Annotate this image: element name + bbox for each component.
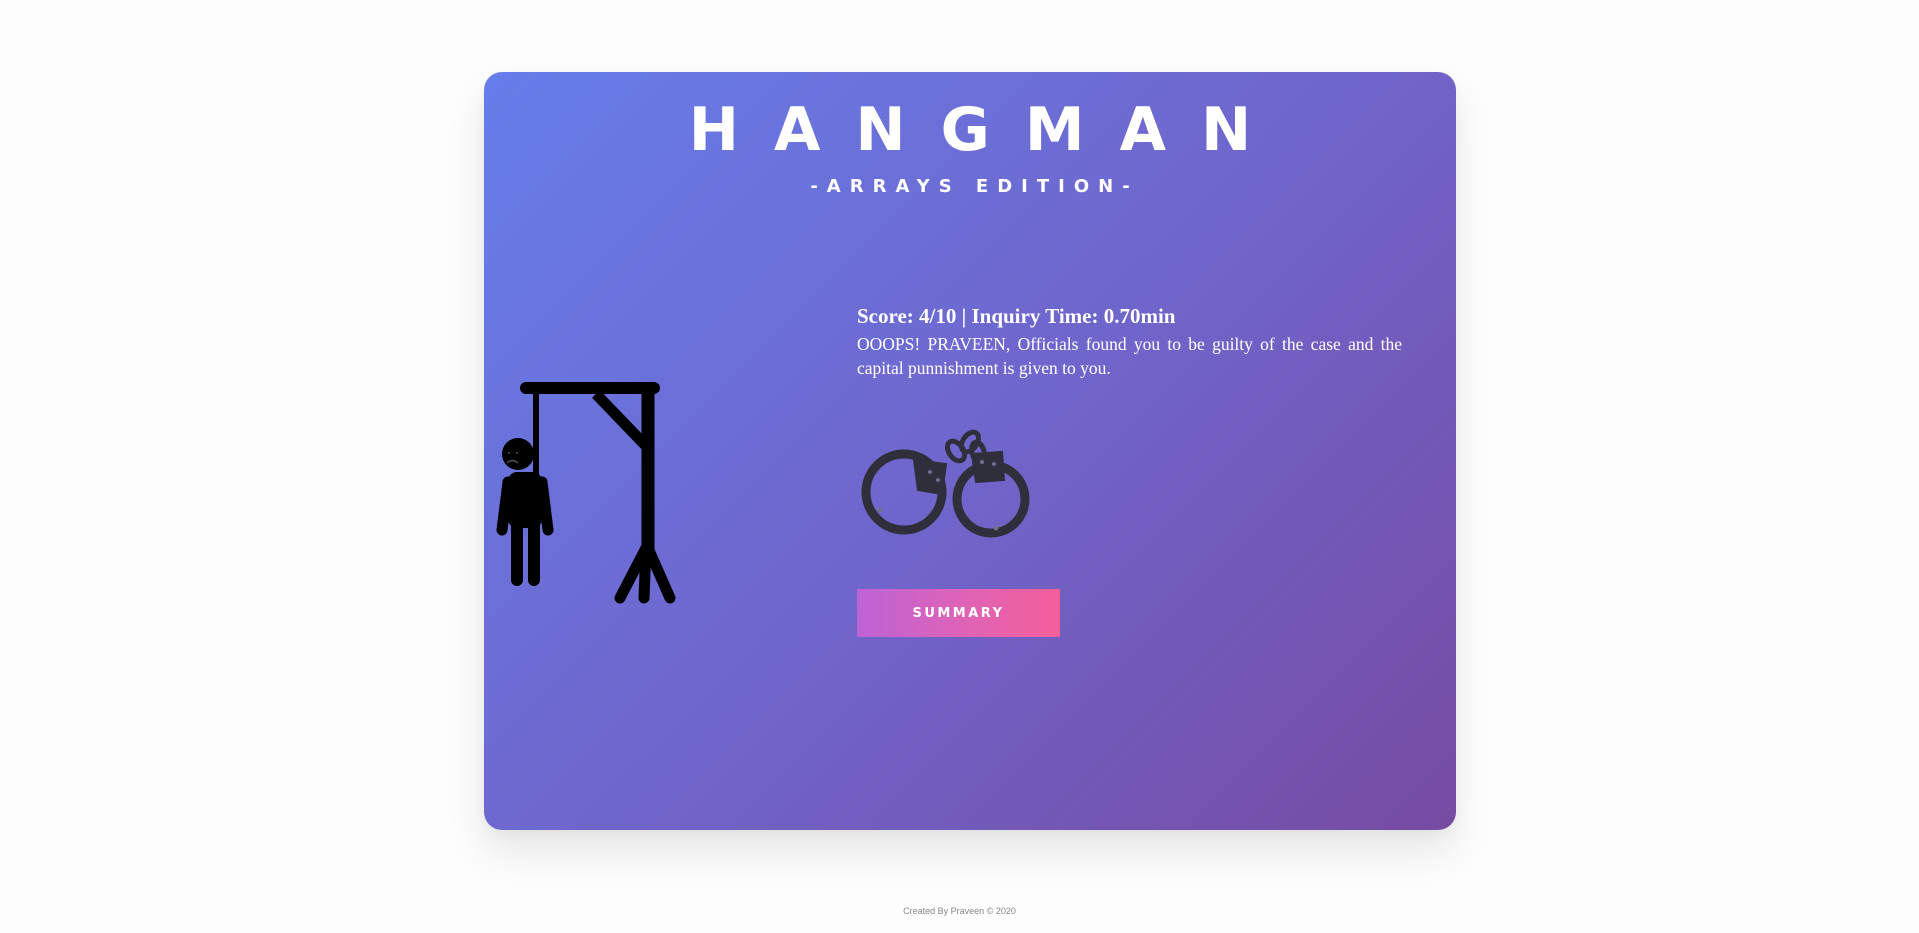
score-and-time: Score: 4/10 | Inquiry Time: 0.70min <box>857 304 1176 328</box>
hangman-gallows-icon <box>496 382 676 604</box>
result-message: OOOPS! PRAVEEN, Officials found you to b… <box>857 334 1402 378</box>
footer-credit: Created By Praveen © 2020 <box>903 906 1016 916</box>
handcuffs-icon <box>861 429 1030 538</box>
game-card: HANGMAN -ARRAYS EDITION- Score: 4/10 | I… <box>484 72 1456 830</box>
summary-button[interactable]: SUMMARY <box>857 589 1060 637</box>
game-title: HANGMAN <box>688 95 1287 165</box>
game-subtitle: -ARRAYS EDITION- <box>810 176 1139 197</box>
